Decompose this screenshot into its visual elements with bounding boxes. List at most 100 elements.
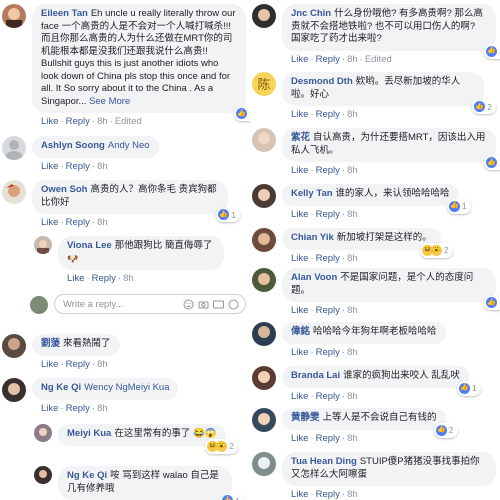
reaction-count[interactable]: 👍1 [484,295,500,310]
avatar[interactable] [252,366,276,390]
commenter-name[interactable]: 偉銘 [291,326,310,337]
reaction-count[interactable]: 👍3 [234,106,250,121]
timestamp[interactable]: 8h [123,273,134,284]
reaction-count[interactable]: 😆 😮 2 [420,243,453,258]
timestamp[interactable]: 8h [347,109,358,120]
timestamp[interactable]: 8h [347,433,358,444]
like-link[interactable]: Like [291,54,308,65]
like-link[interactable]: Like [41,116,58,127]
avatar[interactable] [34,236,52,254]
avatar[interactable] [252,268,276,292]
like-link[interactable]: Like [41,403,58,414]
timestamp[interactable]: 8h [347,489,358,500]
commenter-name[interactable]: Jnc Chin [291,8,331,19]
reply-link[interactable]: Reply [66,403,90,414]
timestamp[interactable]: 8h [347,165,358,176]
reaction-count[interactable]: 👍1 [220,493,244,500]
timestamp[interactable]: 8h [347,54,358,65]
gif-icon[interactable] [213,299,224,310]
commenter-name[interactable]: Branda Lai [291,370,340,381]
emoji-icon[interactable] [183,299,194,310]
commenter-name[interactable]: 紫花 [291,132,310,143]
reaction-count[interactable]: 👍2 [472,99,496,114]
avatar[interactable] [34,424,52,442]
timestamp[interactable]: 8h [97,217,108,228]
reply-link[interactable]: Reply [316,54,340,65]
like-link[interactable]: Like [41,359,58,370]
avatar[interactable] [2,4,26,28]
commenter-name[interactable]: Chian Yik [291,232,334,243]
reply-link[interactable]: Reply [316,347,340,358]
commenter-name[interactable]: Kelly Tan [291,188,333,199]
commenter-name[interactable]: Eileen Tan [41,8,88,19]
avatar[interactable] [2,136,26,160]
timestamp[interactable]: 8h [347,305,358,316]
avatar[interactable] [252,452,276,476]
timestamp[interactable]: 8h [97,116,108,127]
reply-link[interactable]: Reply [66,359,90,370]
commenter-name[interactable]: Ng Ke Qi [41,382,81,393]
timestamp[interactable]: 8h [347,347,358,358]
like-link[interactable]: Like [291,165,308,176]
avatar[interactable] [34,466,52,484]
tagged-user[interactable]: Andy Neo [108,140,150,151]
reaction-count[interactable]: 👍1 [216,207,240,222]
reply-link[interactable]: Reply [66,217,90,228]
reply-link[interactable]: Reply [66,161,90,172]
avatar[interactable] [2,180,26,204]
commenter-name[interactable]: Ng Ke Qi [67,470,107,481]
camera-icon[interactable] [198,299,209,310]
tagged-users[interactable]: Wency NgMeiyi Kua [84,382,169,393]
sticker-icon[interactable] [228,299,239,310]
reaction-count[interactable]: 👍1 [446,199,471,214]
commenter-name[interactable]: Meiyi Kua [67,428,111,439]
commenter-name[interactable]: 劉蔆 [41,338,60,349]
reaction-count[interactable]: 👍2 [433,423,458,438]
avatar[interactable] [252,322,276,346]
avatar[interactable] [2,334,26,358]
reply-link[interactable]: Reply [316,433,340,444]
like-link[interactable]: Like [41,161,58,172]
timestamp[interactable]: 8h [97,161,108,172]
avatar[interactable] [252,4,276,28]
write-reply-input[interactable]: Write a reply... [54,294,246,314]
commenter-name[interactable]: Viona Lee [67,240,112,251]
timestamp[interactable]: 8h [97,403,108,414]
reply-link[interactable]: Reply [316,165,340,176]
like-link[interactable]: Like [291,305,308,316]
like-link[interactable]: Like [291,433,308,444]
commenter-name[interactable]: Desmond Dth [291,76,353,87]
like-link[interactable]: Like [67,273,84,284]
reply-link[interactable]: Reply [316,391,340,402]
reply-link[interactable]: Reply [316,305,340,316]
reply-link[interactable]: Reply [66,116,90,127]
like-link[interactable]: Like [291,391,308,402]
like-link[interactable]: Like [41,217,58,228]
see-more-link[interactable]: See More [89,96,130,107]
avatar[interactable] [252,228,276,252]
edited-label[interactable]: Edited [115,116,142,127]
avatar[interactable] [252,184,276,208]
reply-link[interactable]: Reply [316,209,340,220]
commenter-name[interactable]: 黄静雯 [291,412,320,423]
commenter-name[interactable]: Owen Soh [41,184,87,195]
like-link[interactable]: Like [291,347,308,358]
timestamp[interactable]: 8h [347,209,358,220]
timestamp[interactable]: 8h [347,391,358,402]
like-link[interactable]: Like [291,489,308,500]
like-link[interactable]: Like [291,253,308,264]
reply-link[interactable]: Reply [316,253,340,264]
commenter-name[interactable]: Ashlyn Soong [41,140,105,151]
reply-link[interactable]: Reply [316,109,340,120]
avatar[interactable] [252,128,276,152]
reply-link[interactable]: Reply [92,273,116,284]
avatar[interactable]: 陈 [252,72,276,96]
avatar[interactable] [252,408,276,432]
commenter-name[interactable]: Tua Hean Ding [291,456,357,467]
timestamp[interactable]: 8h [347,253,358,264]
edited-label[interactable]: Edited [365,54,392,65]
avatar[interactable] [2,378,26,402]
reaction-count[interactable]: 👍1 [484,155,500,170]
like-link[interactable]: Like [291,109,308,120]
reply-link[interactable]: Reply [316,489,340,500]
